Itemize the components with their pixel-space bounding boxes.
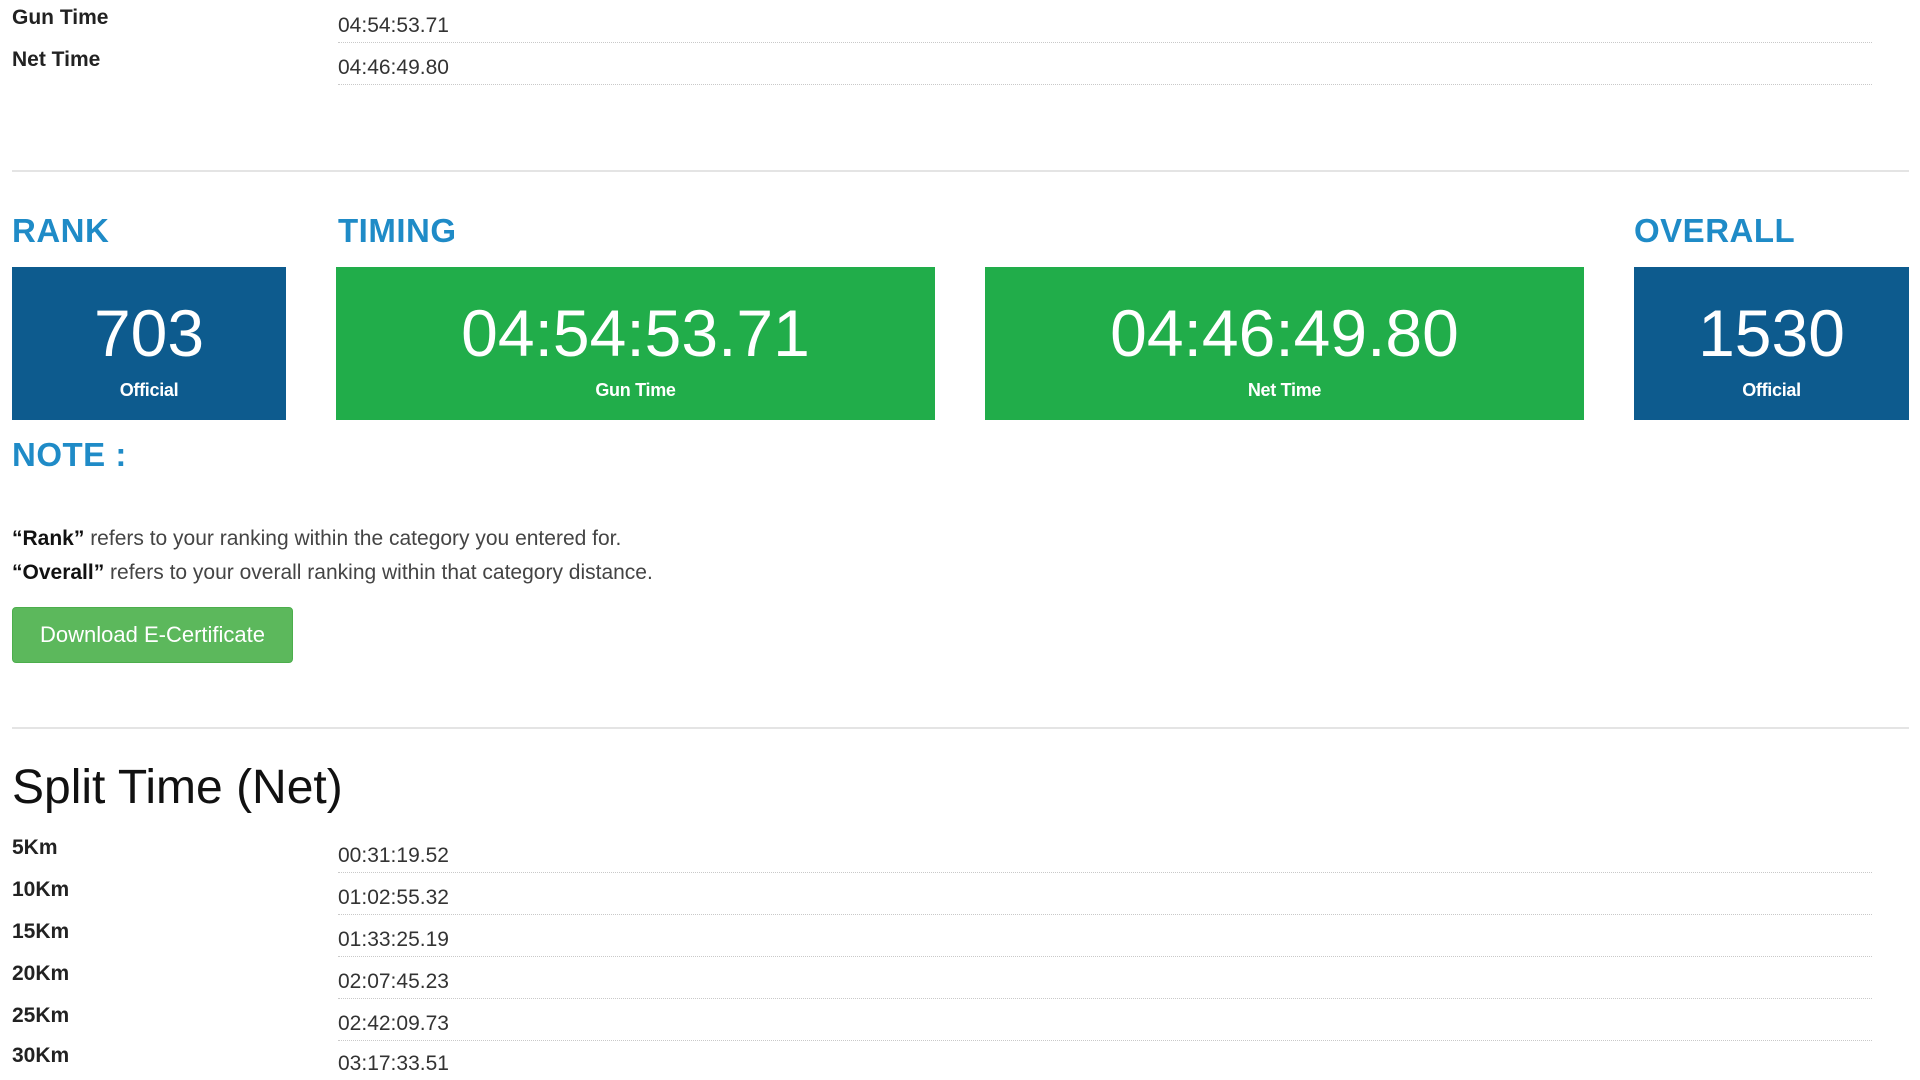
net-time-big-value: 04:46:49.80 (1110, 296, 1459, 370)
split-value: 00:31:19.52 (338, 844, 1872, 873)
gun-time-big-value: 04:54:53.71 (461, 296, 810, 370)
net-time-value: 04:46:49.80 (338, 56, 1872, 85)
split-label: 5Km (12, 836, 58, 859)
split-row: 20Km 02:07:45.23 (12, 956, 1872, 999)
net-time-box: 04:46:49.80 Net Time (985, 267, 1584, 420)
split-row: 30Km 03:17:33.51 (12, 1038, 1872, 1080)
split-label: 15Km (12, 920, 70, 943)
rank-caption: Official (119, 380, 179, 400)
download-certificate-button[interactable]: Download E-Certificate (12, 607, 293, 663)
divider (12, 727, 1909, 729)
split-value: 02:42:09.73 (338, 1012, 1872, 1041)
split-value: 02:07:45.23 (338, 970, 1872, 999)
split-label: 10Km (12, 878, 70, 901)
result-page: Gun Time 04:54:53.71 Net Time 04:46:49.8… (0, 0, 1920, 1080)
gun-time-caption: Gun Time (595, 380, 676, 400)
split-row: 25Km 02:42:09.73 (12, 998, 1872, 1041)
gun-time-row: Gun Time 04:54:53.71 (12, 0, 1872, 43)
net-time-label: Net Time (12, 48, 101, 71)
note-overall-term: “Overall” (12, 561, 105, 584)
gun-time-value: 04:54:53.71 (338, 14, 1872, 43)
split-time-title: Split Time (Net) (12, 761, 343, 814)
rank-heading: RANK (12, 212, 110, 249)
split-row: 5Km 00:31:19.52 (12, 830, 1872, 873)
overall-value: 1530 (1698, 296, 1845, 370)
split-label: 25Km (12, 1004, 70, 1027)
overall-caption: Official (1742, 380, 1801, 400)
note-overall: “Overall” refers to your overall ranking… (12, 561, 653, 585)
net-time-row: Net Time 04:46:49.80 (12, 42, 1872, 85)
split-row: 10Km 01:02:55.32 (12, 872, 1872, 915)
split-value: 03:17:33.51 (338, 1052, 1872, 1080)
split-row: 15Km 01:33:25.19 (12, 914, 1872, 957)
net-time-caption: Net Time (1247, 380, 1322, 400)
timing-heading: TIMING (338, 212, 457, 249)
divider (12, 170, 1909, 172)
note-overall-text: refers to your overall ranking within th… (104, 561, 653, 584)
note-rank: “Rank” refers to your ranking within the… (12, 527, 621, 551)
overall-heading: OVERALL (1634, 212, 1796, 249)
overall-box: 1530 Official (1634, 267, 1909, 420)
rank-value: 703 (93, 296, 205, 370)
split-label: 30Km (12, 1044, 70, 1067)
note-rank-text: refers to your ranking within the catego… (84, 527, 622, 550)
split-value: 01:02:55.32 (338, 886, 1872, 915)
gun-time-box: 04:54:53.71 Gun Time (336, 267, 935, 420)
rank-box: 703 Official (12, 267, 286, 420)
split-label: 20Km (12, 962, 70, 985)
note-rank-term: “Rank” (12, 527, 85, 550)
gun-time-label: Gun Time (12, 6, 109, 29)
note-heading: NOTE : (12, 436, 127, 473)
split-value: 01:33:25.19 (338, 928, 1872, 957)
